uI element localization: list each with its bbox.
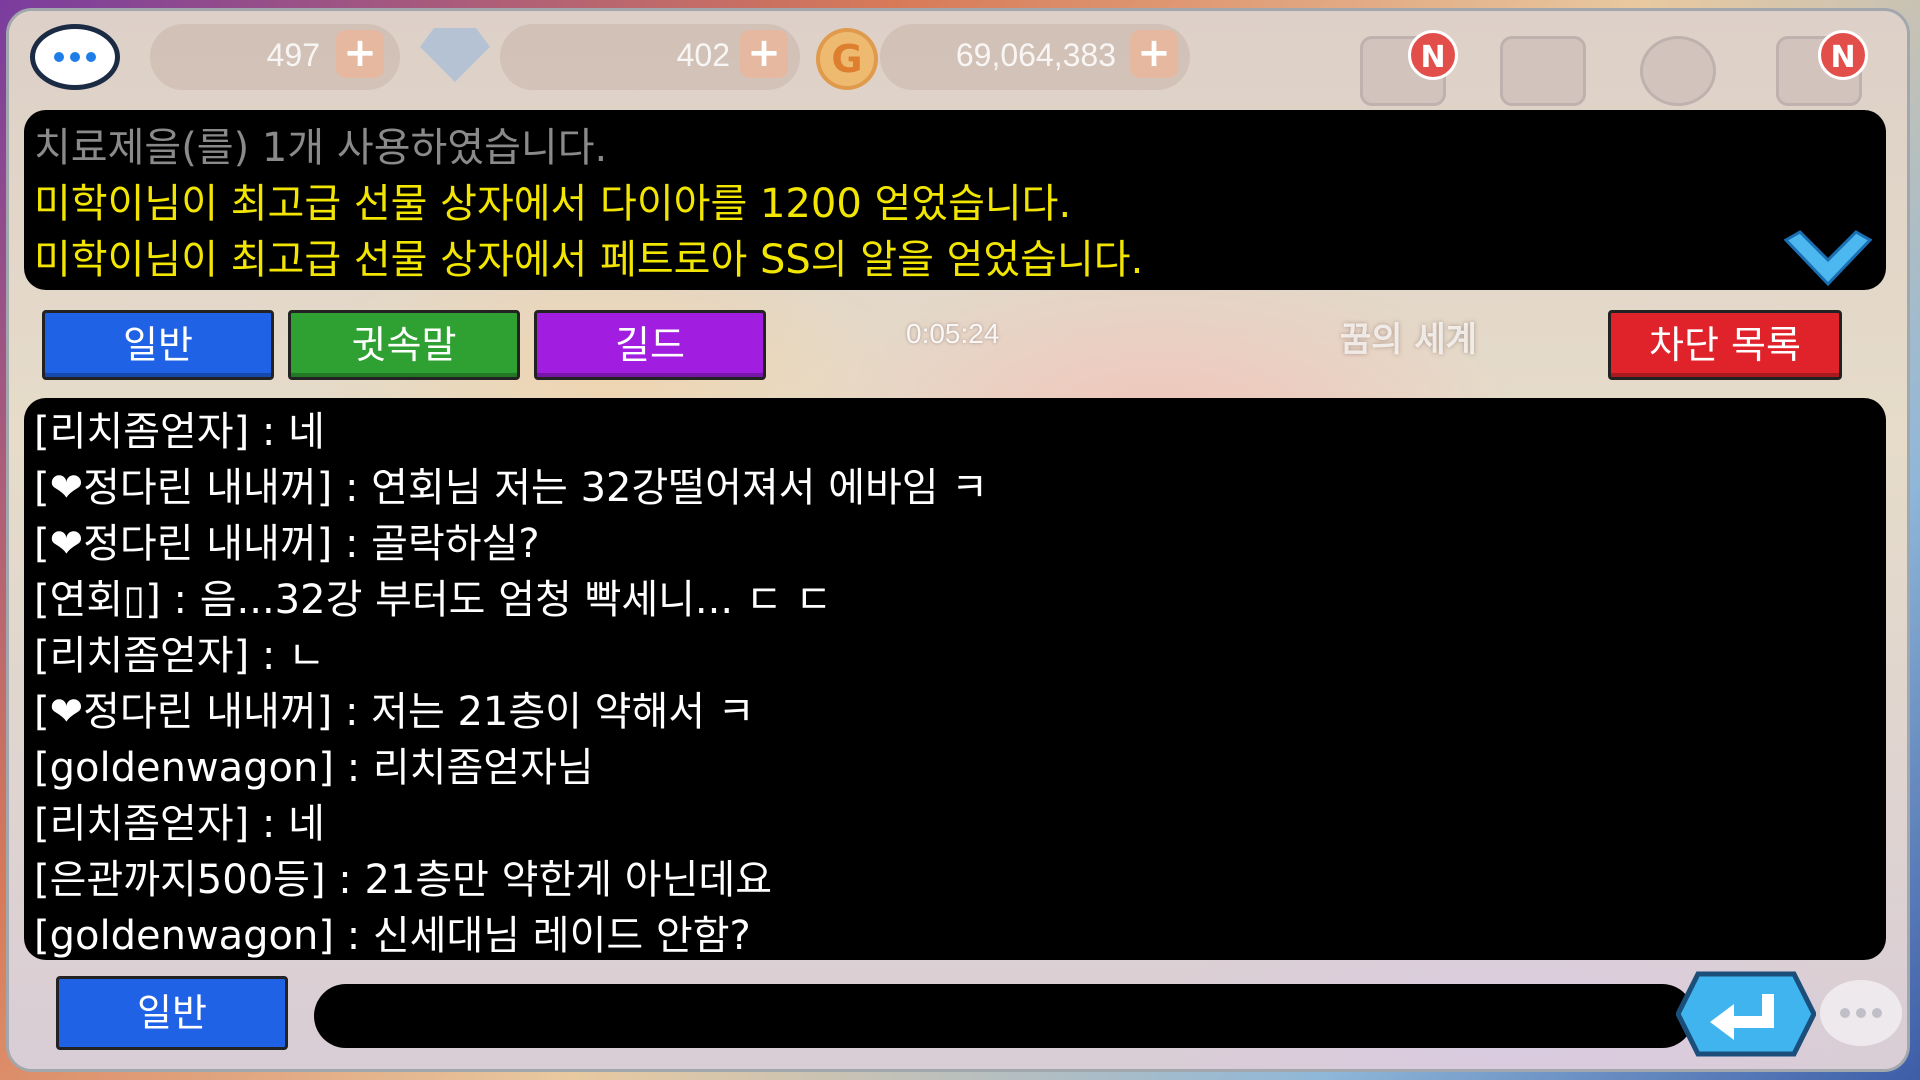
system-message-panel: 치료제을(를) 1개 사용하였습니다. 미학이님이 최고급 선물 상자에서 다이… (24, 110, 1886, 290)
location-icon[interactable] (1640, 36, 1716, 106)
background-world-title: 꿈의 세계 (1340, 320, 1477, 360)
system-message: 치료제을(를) 1개 사용하였습니다. (34, 125, 608, 171)
gem-count: 497 (266, 37, 320, 73)
chat-message: [은관까지500등] : 21층만 약한게 아닌데요 (34, 857, 772, 903)
chat-message: [❤정다린 내내꺼] : 연회님 저는 32강떨어져서 에바임 ㅋ (34, 465, 989, 511)
system-message: 미학이님이 최고급 선물 상자에서 다이아를 1200 얻었습니다. (34, 181, 1072, 227)
chat-message-panel[interactable]: [리치좀얻자] : 네 [❤정다린 내내꺼] : 연회님 저는 32강떨어져서 … (24, 398, 1886, 960)
chat-message: [❤정다린 내내꺼] : 골락하실? (34, 521, 540, 567)
tab-general[interactable]: 일반 (42, 310, 274, 380)
enter-arrow-icon[interactable] (1676, 970, 1816, 1058)
pet-icon[interactable] (1500, 36, 1586, 106)
chat-input[interactable] (314, 984, 1694, 1048)
gold-count: 69,064,383 (955, 37, 1116, 73)
diamond-count: 402 (676, 37, 730, 73)
chat-mode-button[interactable]: 일반 (56, 976, 288, 1050)
quest-new-badge: N (1818, 30, 1868, 80)
gold-coin-icon: G (816, 28, 878, 90)
tab-guild[interactable]: 길드 (534, 310, 766, 380)
chat-message: [리치좀얻자] : 네 (34, 409, 325, 455)
tab-whisper[interactable]: 귓속말 (288, 310, 520, 380)
block-list-button[interactable]: 차단 목록 (1608, 310, 1842, 380)
chat-message: [리치좀얻자] : 네 (34, 801, 325, 847)
chat-message: [리치좀얻자] : ㄴ (34, 633, 325, 679)
session-timer: 0:05:24 (906, 318, 1000, 349)
gem-add-button[interactable]: + (336, 30, 384, 78)
diamond-add-button[interactable]: + (740, 30, 788, 78)
chat-bubble-icon (1820, 980, 1902, 1046)
chevron-down-icon[interactable] (1784, 230, 1872, 286)
system-message: 미학이님이 최고급 선물 상자에서 페트로아 SS의 알을 얻었습니다. (34, 237, 1144, 283)
chat-message: [goldenwagon] : 리치좀얻자님 (34, 745, 594, 791)
mail-new-badge: N (1408, 30, 1458, 80)
chat-message: [goldenwagon] : 신세대님 레이드 안함? (34, 913, 751, 959)
chat-message: [❤정다린 내내꺼] : 저는 21층이 약해서 ㅋ (34, 689, 755, 735)
gold-add-button[interactable]: + (1130, 30, 1178, 78)
chat-message: [연회▯] : 음...32강 부터도 엄청 빡세니... ㄷ ㄷ (34, 577, 833, 623)
chat-bubble-icon[interactable] (30, 24, 120, 90)
